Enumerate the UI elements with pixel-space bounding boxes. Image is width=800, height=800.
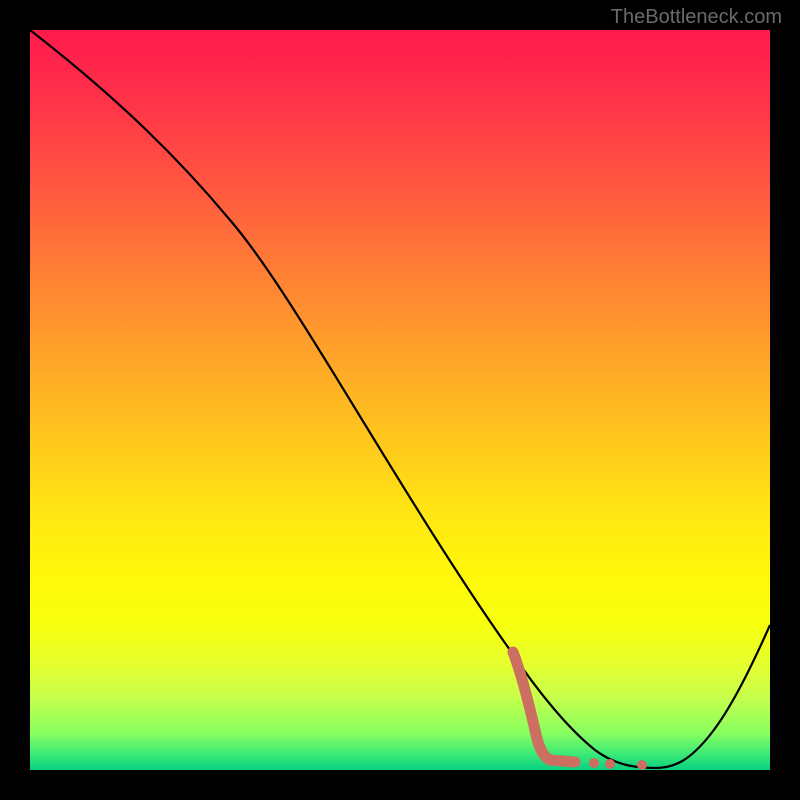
- marker-dot-1: [589, 758, 599, 768]
- bottleneck-curve: [30, 30, 770, 770]
- watermark-text: TheBottleneck.com: [611, 6, 782, 29]
- marker-dot-3: [637, 760, 647, 770]
- plot-area: [30, 30, 770, 770]
- marker-stroke-main: [513, 652, 575, 762]
- marker-dot-2: [605, 759, 615, 769]
- curve-path: [30, 30, 770, 768]
